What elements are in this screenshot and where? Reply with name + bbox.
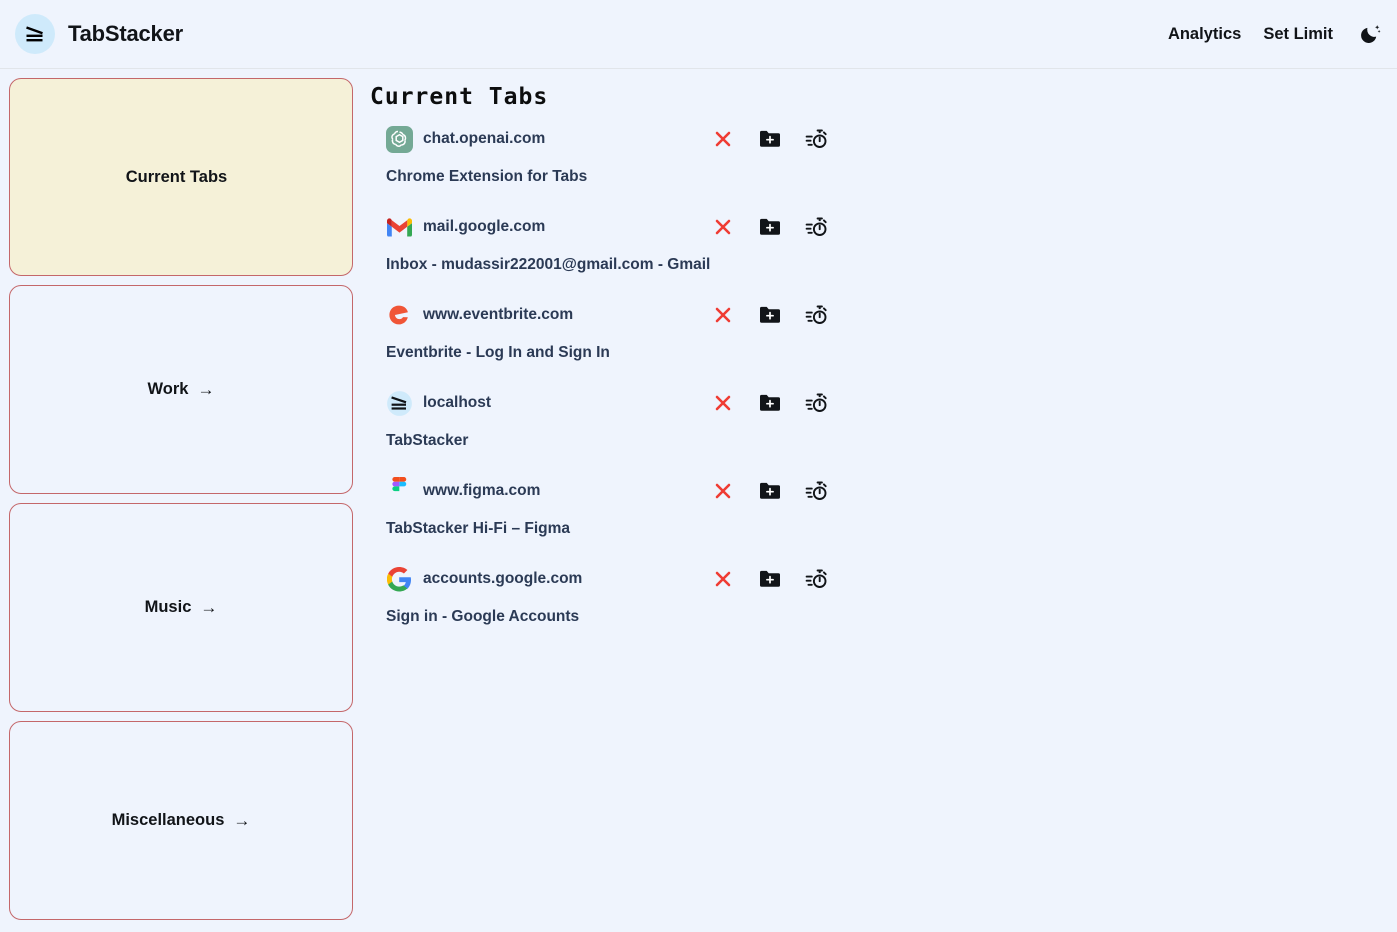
add-to-folder-icon[interactable] <box>757 214 783 240</box>
tab-row[interactable]: localhost TabStacker <box>370 386 1397 474</box>
group-name: Music <box>144 598 192 616</box>
close-icon[interactable] <box>710 214 736 240</box>
sidebar-item-work[interactable]: Work → <box>9 285 353 494</box>
tab-row-header: www.figma.com <box>386 474 1397 508</box>
close-icon[interactable] <box>710 302 736 328</box>
group-name: Miscellaneous <box>111 811 225 829</box>
sidebar-item-miscellaneous[interactable]: Miscellaneous → <box>9 721 353 920</box>
moon-icon[interactable] <box>1357 20 1385 48</box>
brand-name: TabStacker <box>68 21 183 46</box>
tab-row-actions <box>710 302 830 328</box>
eventbrite-icon <box>386 302 413 329</box>
header-nav: Analytics Set Limit <box>1168 20 1385 48</box>
group-name: Work <box>147 380 189 398</box>
sidebar-item-current-tabs[interactable]: Current Tabs <box>9 78 353 276</box>
tab-domain: accounts.google.com <box>423 570 583 587</box>
sidebar-item-music[interactable]: Music → <box>9 503 353 712</box>
close-icon[interactable] <box>710 566 736 592</box>
tab-domain: chat.openai.com <box>423 130 546 147</box>
close-icon[interactable] <box>710 478 736 504</box>
stopwatch-icon[interactable] <box>804 390 830 416</box>
tab-title: TabStacker <box>386 432 469 449</box>
tab-row[interactable]: mail.google.com Inbox - mudassir222001@g… <box>370 210 1397 298</box>
stopwatch-icon[interactable] <box>804 214 830 240</box>
tabstacker-icon <box>386 390 413 417</box>
nav-analytics[interactable]: Analytics <box>1168 25 1241 44</box>
openai-icon <box>386 125 413 153</box>
add-to-folder-icon[interactable] <box>757 302 783 328</box>
tab-row-actions <box>710 126 830 152</box>
brand: TabStacker <box>15 14 183 54</box>
tab-row-header: mail.google.com <box>386 210 1397 244</box>
arrow-right-icon: → <box>233 811 251 830</box>
tab-list: chat.openai.com Chrome Extension for Tab… <box>370 122 1397 650</box>
group-label: Work → <box>148 380 215 399</box>
google-icon <box>386 566 413 593</box>
page-title: Current Tabs <box>370 84 549 110</box>
tab-title: Sign in - Google Accounts <box>386 608 580 625</box>
tab-row-header: www.eventbrite.com <box>386 298 1397 332</box>
tab-title: Chrome Extension for Tabs <box>386 168 588 185</box>
group-name: Current Tabs <box>125 167 228 186</box>
nav-set-limit[interactable]: Set Limit <box>1263 25 1333 44</box>
tab-title: TabStacker Hi-Fi – Figma <box>386 520 571 537</box>
tab-row[interactable]: chat.openai.com Chrome Extension for Tab… <box>370 122 1397 210</box>
arrow-right-icon: → <box>200 598 218 617</box>
tab-row[interactable]: www.eventbrite.com Eventbrite - Log In a… <box>370 298 1397 386</box>
tab-row-actions <box>710 214 830 240</box>
close-icon[interactable] <box>710 126 736 152</box>
tab-row-actions <box>710 390 830 416</box>
sidebar: Current Tabs Work → Music → Miscellaneou… <box>0 69 362 932</box>
tab-row-header: accounts.google.com <box>386 562 1397 596</box>
add-to-folder-icon[interactable] <box>757 390 783 416</box>
stopwatch-icon[interactable] <box>804 478 830 504</box>
app-header: TabStacker Analytics Set Limit <box>0 0 1397 69</box>
gmail-icon <box>386 214 413 241</box>
tab-row[interactable]: www.figma.com TabStacker Hi-Fi – Figma <box>370 474 1397 562</box>
tab-domain: mail.google.com <box>423 218 546 235</box>
tab-row-actions <box>710 566 830 592</box>
tab-row-header: localhost <box>386 386 1397 420</box>
tab-title: Eventbrite - Log In and Sign In <box>386 344 610 361</box>
tab-domain: www.eventbrite.com <box>423 306 574 323</box>
tab-domain: localhost <box>423 394 492 411</box>
group-label: Current Tabs <box>126 168 236 187</box>
add-to-folder-icon[interactable] <box>757 478 783 504</box>
group-label: Music → <box>145 598 218 617</box>
add-to-folder-icon[interactable] <box>757 566 783 592</box>
tab-title: Inbox - mudassir222001@gmail.com - Gmail <box>386 256 711 273</box>
tab-domain: www.figma.com <box>423 482 541 499</box>
add-to-folder-icon[interactable] <box>757 126 783 152</box>
tabstacker-logo-icon <box>15 14 55 54</box>
tab-row[interactable]: accounts.google.com Sign in - Google Acc… <box>370 562 1397 650</box>
tab-row-header: chat.openai.com <box>386 122 1397 156</box>
main-content: Current Tabs chat.openai.com Chrome Exte… <box>362 69 1397 932</box>
tab-row-actions <box>710 478 830 504</box>
stopwatch-icon[interactable] <box>804 302 830 328</box>
arrow-right-icon: → <box>197 380 215 399</box>
stopwatch-icon[interactable] <box>804 566 830 592</box>
close-icon[interactable] <box>710 390 736 416</box>
group-label: Miscellaneous → <box>112 811 251 830</box>
stopwatch-icon[interactable] <box>804 126 830 152</box>
figma-icon <box>386 477 413 505</box>
